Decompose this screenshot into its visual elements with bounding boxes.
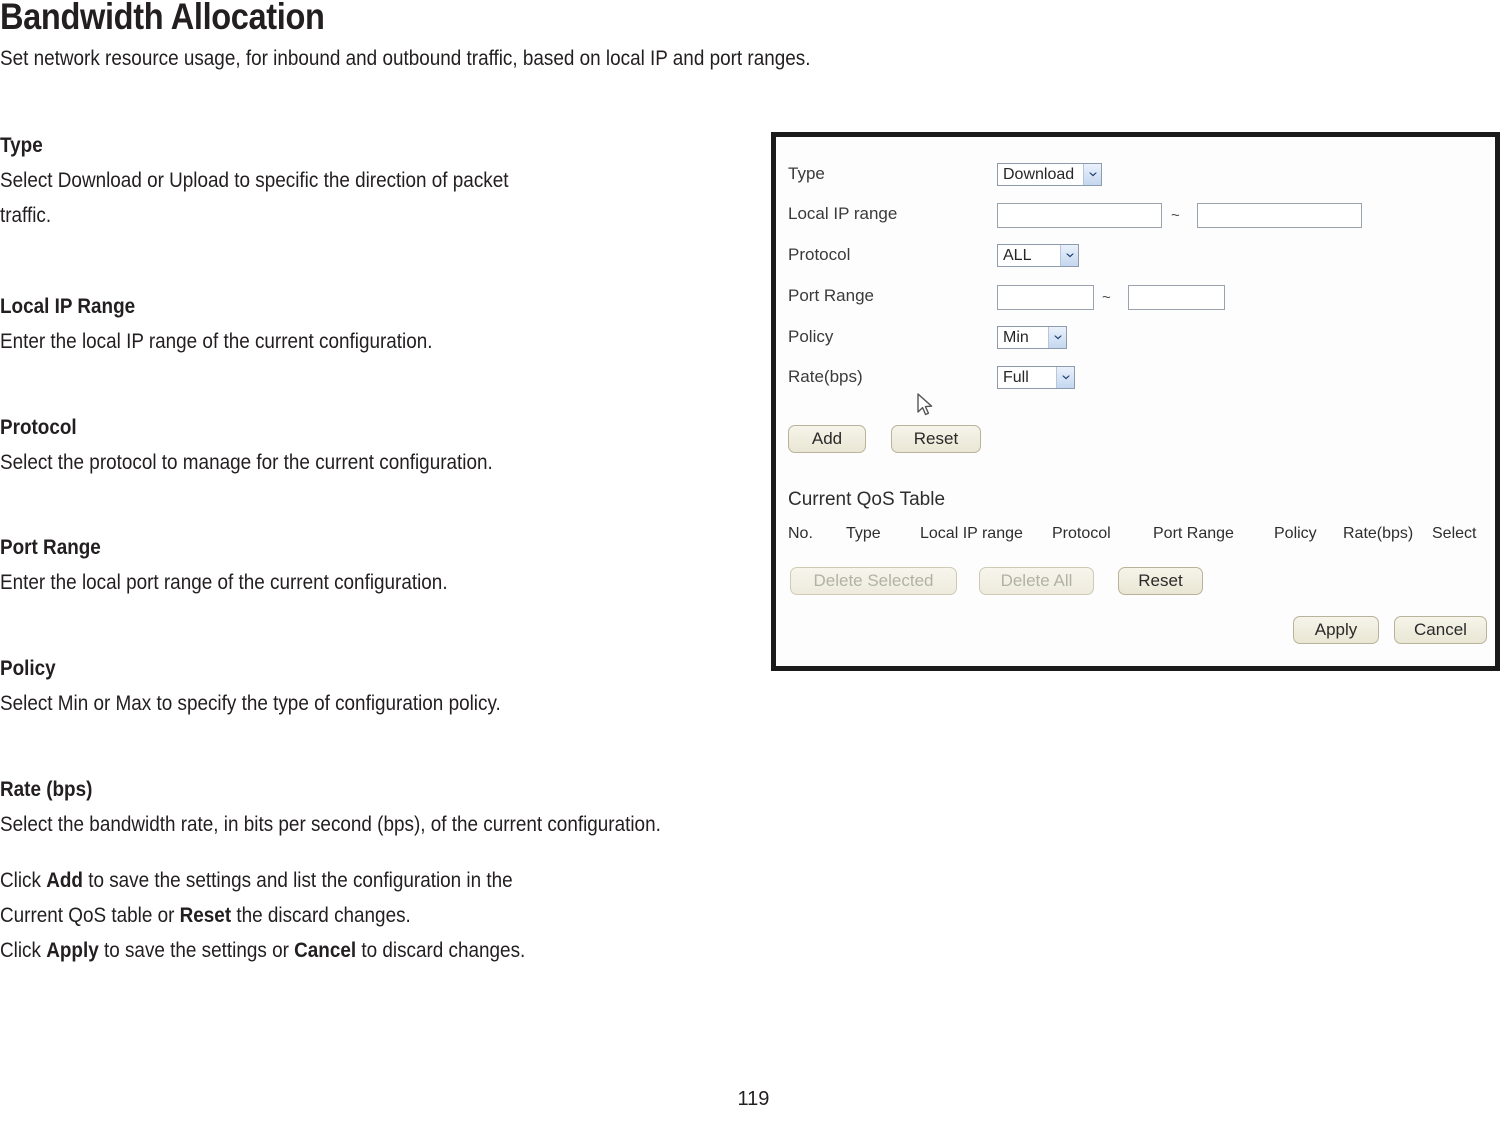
type-select-value: Download: [1003, 166, 1075, 183]
closing-text: Click: [0, 939, 47, 962]
page-title: Bandwidth Allocation: [0, 0, 325, 37]
section-line: Select the bandwidth rate, in bits per s…: [0, 813, 661, 836]
qos-table-header-row: No. Type Local IP range Protocol Port Ra…: [776, 525, 1495, 547]
chevron-down-icon: [1083, 164, 1101, 185]
protocol-label: Protocol: [788, 245, 851, 264]
port-range-label: Port Range: [788, 286, 874, 305]
qos-col-rate: Rate(bps): [1343, 525, 1414, 542]
manual-page: Bandwidth Allocation Set network resourc…: [0, 0, 1507, 1137]
page-subtitle: Set network resource usage, for inbound …: [0, 47, 811, 70]
qos-col-portrange: Port Range: [1153, 525, 1234, 542]
section-type: Type Select Download or Upload to specif…: [0, 135, 565, 226]
form-row-type: Type Download: [776, 163, 1495, 191]
form-row-rate: Rate(bps) Full: [776, 366, 1495, 394]
cancel-button[interactable]: Cancel: [1394, 616, 1487, 644]
local-ip-range-label: Local IP range: [788, 204, 898, 223]
add-keyword: Add: [46, 869, 83, 892]
section-heading: Rate (bps): [0, 778, 93, 801]
section-heading: Protocol: [0, 416, 77, 439]
section-heading: Port Range: [0, 536, 101, 559]
section-heading: Policy: [0, 657, 56, 680]
mouse-cursor-icon: [915, 392, 937, 420]
qos-table-title: Current QoS Table: [788, 489, 946, 510]
qos-col-select: Select: [1432, 525, 1477, 542]
port-range-to-input[interactable]: [1128, 285, 1225, 310]
section-protocol: Protocol Select the protocol to manage f…: [0, 417, 548, 473]
local-ip-range-to-input[interactable]: [1197, 203, 1362, 228]
qos-col-localip: Local IP range: [920, 525, 1023, 542]
section-line: Enter the local IP range of the current …: [0, 330, 433, 353]
type-select[interactable]: Download: [997, 163, 1102, 186]
reset-keyword: Reset: [179, 904, 232, 927]
qos-col-protocol: Protocol: [1052, 525, 1111, 542]
closing-line-2: Current QoS table or Reset the discard c…: [0, 905, 525, 926]
section-heading: Type: [0, 134, 43, 157]
page-number: 119: [737, 1088, 770, 1110]
add-button[interactable]: Add: [788, 425, 866, 453]
cancel-keyword: Cancel: [294, 939, 357, 962]
protocol-select[interactable]: ALL: [997, 244, 1079, 267]
section-line: Select the protocol to manage for the cu…: [0, 451, 493, 474]
delete-all-button[interactable]: Delete All: [979, 567, 1094, 595]
policy-label: Policy: [788, 327, 834, 346]
qos-col-type: Type: [846, 525, 881, 542]
protocol-select-value: ALL: [1003, 247, 1032, 264]
closing-text: Current QoS table or: [0, 904, 180, 927]
closing-text: to save the settings or: [98, 939, 295, 962]
router-ui-screenshot: Type Download Local IP range ~ Protocol: [771, 132, 1500, 671]
closing-instructions: Click Add to save the settings and list …: [0, 870, 584, 961]
closing-line-3: Click Apply to save the settings or Canc…: [0, 940, 525, 961]
chevron-down-icon: [1056, 367, 1074, 388]
port-range-from-input[interactable]: [997, 285, 1094, 310]
type-label: Type: [788, 164, 825, 183]
policy-select[interactable]: Min: [997, 326, 1067, 349]
closing-text: to save the settings and list the config…: [82, 869, 513, 892]
form-row-policy: Policy Min: [776, 326, 1495, 354]
apply-keyword: Apply: [46, 939, 99, 962]
qos-col-policy: Policy: [1274, 525, 1317, 542]
form-row-local-ip-range: Local IP range ~: [776, 203, 1495, 231]
section-line: Enter the local port range of the curren…: [0, 571, 448, 594]
closing-text: the discard changes.: [231, 904, 411, 927]
closing-text: Click: [0, 869, 47, 892]
section-line: Select Download or Upload to specific th…: [0, 169, 509, 192]
router-ui-body: Type Download Local IP range ~ Protocol: [776, 137, 1495, 666]
section-line: Select Min or Max to specify the type of…: [0, 692, 501, 715]
chevron-down-icon: [1048, 327, 1066, 348]
qos-col-no: No.: [788, 525, 813, 542]
rate-select-value: Full: [1003, 369, 1029, 386]
table-reset-button[interactable]: Reset: [1118, 567, 1203, 595]
delete-selected-button[interactable]: Delete Selected: [790, 567, 957, 595]
form-reset-button[interactable]: Reset: [891, 425, 981, 453]
section-rate-bps: Rate (bps) Select the bandwidth rate, in…: [0, 779, 734, 835]
closing-line-1: Click Add to save the settings and list …: [0, 870, 525, 891]
form-row-port-range: Port Range ~: [776, 285, 1495, 313]
section-port-range: Port Range Enter the local port range of…: [0, 537, 497, 593]
chevron-down-icon: [1060, 245, 1078, 266]
section-policy: Policy Select Min or Max to specify the …: [0, 658, 556, 714]
local-ip-range-from-input[interactable]: [997, 203, 1162, 228]
section-line: traffic.: [0, 204, 52, 227]
rate-select[interactable]: Full: [997, 366, 1075, 389]
section-heading: Local IP Range: [0, 295, 136, 318]
section-local-ip-range: Local IP Range Enter the local IP range …: [0, 296, 481, 352]
range-separator: ~: [1102, 289, 1111, 306]
form-row-protocol: Protocol ALL: [776, 244, 1495, 272]
apply-button[interactable]: Apply: [1293, 616, 1379, 644]
policy-select-value: Min: [1003, 329, 1029, 346]
closing-text: to discard changes.: [356, 939, 526, 962]
range-separator: ~: [1171, 207, 1180, 224]
rate-label: Rate(bps): [788, 367, 863, 386]
